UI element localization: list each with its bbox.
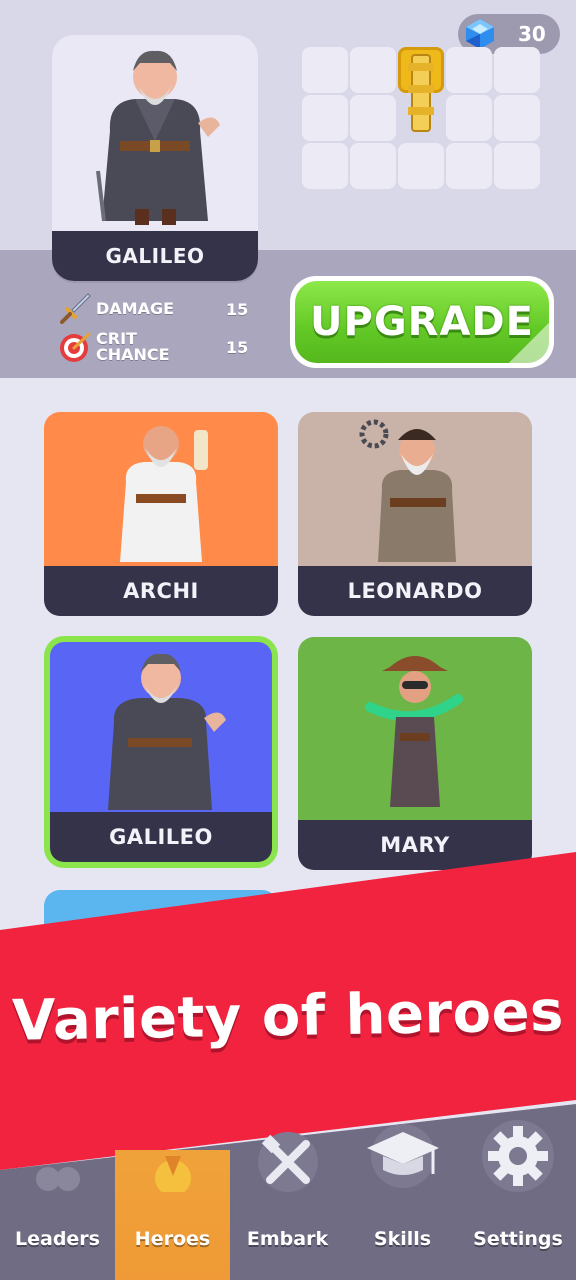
heroes-icon bbox=[154, 1156, 191, 1192]
inventory-slot[interactable] bbox=[302, 47, 348, 93]
nav-settings-label: Settings bbox=[473, 1228, 563, 1250]
hero-card-mary[interactable]: MARY bbox=[298, 637, 532, 870]
stat-crit-chance: CRIT CHANCE 15 bbox=[58, 329, 248, 364]
inventory-slot-equipped[interactable] bbox=[398, 47, 444, 132]
inventory-slot[interactable] bbox=[398, 143, 444, 189]
nav-heroes[interactable]: Heroes bbox=[115, 1150, 230, 1280]
inventory-slot-covered[interactable] bbox=[398, 95, 444, 141]
selected-hero-name: GALILEO bbox=[52, 231, 258, 281]
hero-name-leonardo: LEONARDO bbox=[298, 566, 532, 616]
target-icon bbox=[60, 332, 91, 362]
inventory-slot[interactable] bbox=[350, 143, 396, 189]
inventory-slot[interactable] bbox=[350, 95, 396, 141]
leonardo-portrait bbox=[298, 412, 532, 566]
promo-banner-text: Variety of heroes bbox=[11, 979, 565, 1054]
bottom-nav: Leaders Heroes Embark Skills Settings bbox=[0, 1104, 576, 1280]
inventory-slot[interactable] bbox=[446, 95, 492, 141]
partial-hero-portrait bbox=[138, 910, 184, 930]
hero-name-mary: MARY bbox=[298, 820, 532, 870]
hero-name-galileo: GALILEO bbox=[50, 812, 272, 862]
upgrade-button-face: UPGRADE bbox=[295, 281, 549, 363]
inventory-slot[interactable] bbox=[302, 143, 348, 189]
inventory-slot[interactable] bbox=[494, 143, 540, 189]
nav-skills[interactable]: Skills bbox=[345, 1104, 460, 1280]
equipment-grid bbox=[302, 47, 544, 191]
stat-crit-label: CRIT CHANCE bbox=[96, 329, 170, 364]
stat-damage-value: 15 bbox=[226, 299, 249, 319]
selected-hero-card: GALILEO bbox=[52, 35, 258, 281]
inventory-slot[interactable] bbox=[494, 47, 540, 93]
hero-card-archi[interactable]: ARCHI bbox=[44, 412, 278, 616]
stat-damage: DAMAGE 15 bbox=[58, 292, 248, 326]
hero-card-galileo-selected[interactable]: GALILEO bbox=[44, 636, 278, 868]
nav-skills-label: Skills bbox=[373, 1228, 432, 1250]
sword-icon bbox=[60, 293, 91, 324]
graduation-cap-icon bbox=[366, 1124, 439, 1188]
stat-damage-label: DAMAGE bbox=[96, 299, 175, 318]
stat-crit-value: 15 bbox=[226, 337, 249, 357]
nav-leaders-label: Leaders bbox=[15, 1228, 100, 1250]
upgrade-label: UPGRADE bbox=[310, 299, 534, 345]
crossed-tools-icon bbox=[257, 1132, 318, 1192]
hero-card-leonardo[interactable]: LEONARDO bbox=[298, 412, 532, 616]
hero-name-archi: ARCHI bbox=[44, 566, 278, 616]
inventory-slot[interactable] bbox=[494, 95, 540, 141]
galileo-card-portrait bbox=[50, 642, 272, 814]
hero-card-galileo-inner: GALILEO bbox=[50, 642, 272, 862]
gear-icon bbox=[482, 1120, 554, 1192]
leaders-icon bbox=[35, 1167, 80, 1191]
galileo-portrait bbox=[96, 50, 220, 225]
inventory-slot[interactable] bbox=[302, 95, 348, 141]
inventory-slot[interactable] bbox=[350, 47, 396, 93]
nav-settings[interactable]: Settings bbox=[460, 1104, 576, 1280]
gem-icon bbox=[466, 19, 494, 49]
hero-card-partial[interactable] bbox=[44, 890, 278, 950]
inventory-slot[interactable] bbox=[446, 47, 492, 93]
inventory-slot[interactable] bbox=[446, 143, 492, 189]
nav-embark[interactable]: Embark bbox=[230, 1104, 345, 1280]
mary-portrait bbox=[298, 637, 532, 821]
archi-portrait bbox=[44, 412, 278, 566]
upgrade-button[interactable]: UPGRADE bbox=[290, 276, 554, 368]
nav-embark-label: Embark bbox=[246, 1228, 329, 1250]
gem-count: 30 bbox=[518, 22, 546, 46]
nav-heroes-label: Heroes bbox=[134, 1228, 211, 1250]
nav-leaders[interactable]: Leaders bbox=[0, 1104, 115, 1280]
